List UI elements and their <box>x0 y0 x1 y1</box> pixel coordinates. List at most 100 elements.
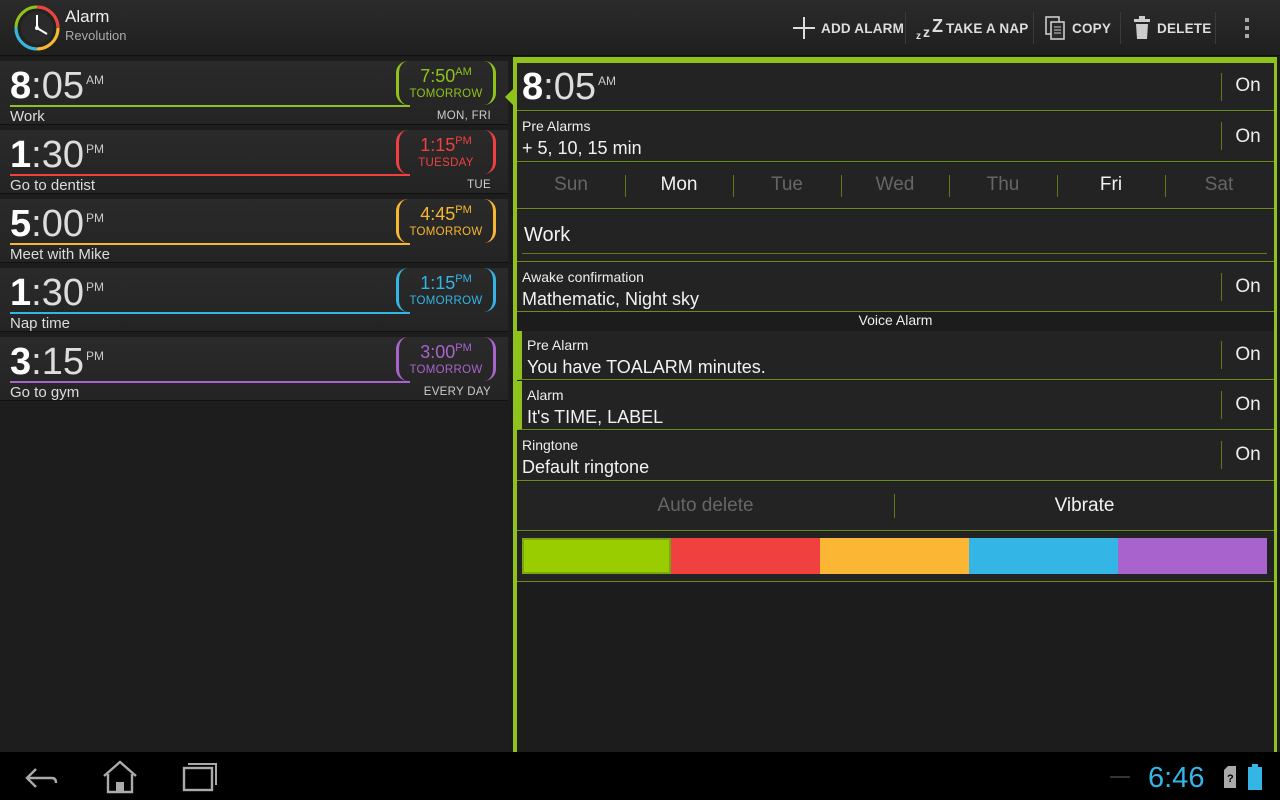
voice-pre-alarm-toggle[interactable]: On <box>1222 344 1274 366</box>
take-a-nap-button[interactable]: z z Z TAKE A NAP <box>916 0 1029 56</box>
voice-pre-alarm-value: You have TOALARM minutes. <box>527 357 766 377</box>
alarm-list: 8:05 AM Work MON, FRI 7:50AM TOMORROW 1:30 PM Go… <box>0 57 510 752</box>
svg-text:z: z <box>916 31 921 41</box>
app-subtitle: Revolution <box>65 28 127 43</box>
alarm-label-input[interactable]: Work <box>522 218 1267 254</box>
next-ring-time: 1:15PM <box>396 273 496 294</box>
alarm-time: 3:15 PM <box>10 341 104 383</box>
alarm-color-line <box>10 312 410 314</box>
divider <box>625 175 626 197</box>
voice-alarm-row[interactable]: Alarm It's TIME, LABEL On <box>517 381 1274 430</box>
recent-apps-icon[interactable] <box>170 758 230 794</box>
alarm-time-minutes: :05 <box>543 66 596 108</box>
home-icon[interactable] <box>90 758 150 794</box>
next-ring-ampm: PM <box>455 135 472 147</box>
next-ring-badge: 1:15PM TOMORROW <box>396 268 496 312</box>
voice-alarm-toggle[interactable]: On <box>1222 394 1274 416</box>
weekday-wed[interactable]: Wed <box>841 163 949 207</box>
alarm-ampm: PM <box>85 211 104 225</box>
next-ring-time-value: 7:50 <box>420 66 456 86</box>
alarm-list-item[interactable]: 1:30 PM Nap time 1:15PM TOMORROW <box>0 268 508 332</box>
copy-label: COPY <box>1072 20 1112 36</box>
next-ring-day: TOMORROW <box>409 295 483 307</box>
color-swatch[interactable] <box>969 538 1118 574</box>
next-ring-ampm: PM <box>455 273 472 285</box>
alarm-color-line <box>10 243 410 245</box>
awake-confirmation-row[interactable]: Awake confirmation Mathematic, Night sky… <box>517 263 1274 312</box>
back-icon[interactable] <box>10 758 70 794</box>
alarm-label: Nap time <box>10 315 71 332</box>
alarm-list-item[interactable]: 5:00 PM Meet with Mike 4:45PM TOMORROW <box>0 199 508 263</box>
color-swatch[interactable] <box>671 538 820 574</box>
voice-alarm-header: Voice Alarm <box>517 312 1274 330</box>
next-ring-ampm: AM <box>455 66 472 78</box>
pre-alarms-toggle[interactable]: On <box>1222 126 1274 148</box>
alarm-time: 1:30 PM <box>10 272 104 314</box>
action-bar: Alarm Revolution ADD ALARM z z Z TAKE A … <box>0 0 1280 56</box>
color-swatch[interactable] <box>522 538 671 574</box>
action-divider <box>1215 12 1216 44</box>
color-swatch[interactable] <box>1118 538 1267 574</box>
weekday-sun[interactable]: Sun <box>517 163 625 207</box>
alarm-minutes: :15 <box>31 341 84 383</box>
alarm-time[interactable]: 8:05 AM <box>522 66 616 109</box>
alarm-label: Work <box>10 108 45 125</box>
alarm-days: MON, FRI <box>436 110 491 122</box>
weekday-tue[interactable]: Tue <box>733 163 841 207</box>
weekday-thu[interactable]: Thu <box>949 163 1057 207</box>
delete-button[interactable]: DELETE <box>1131 0 1211 56</box>
alarm-minutes: :30 <box>31 134 84 176</box>
system-navigation-bar: 6:46 ? <box>0 752 1280 800</box>
vibrate-toggle[interactable]: Vibrate <box>895 482 1274 530</box>
app-title: Alarm <box>65 7 110 26</box>
awake-confirmation-toggle[interactable]: On <box>1222 276 1274 298</box>
alarm-color-line <box>10 105 410 107</box>
svg-text:Z: Z <box>932 16 943 36</box>
overflow-menu-button[interactable] <box>1240 0 1254 56</box>
auto-delete-toggle[interactable]: Auto delete <box>517 482 894 530</box>
voice-pre-alarm-row[interactable]: Pre Alarm You have TOALARM minutes. On <box>517 331 1274 380</box>
next-ring-time: 4:45PM <box>396 204 496 225</box>
divider <box>1165 175 1166 197</box>
alarm-list-item[interactable]: 3:15 PM Go to gym EVERY DAY 3:00PM TOMORROW <box>0 337 508 401</box>
pre-alarms-value: + 5, 10, 15 min <box>522 138 642 158</box>
alarm-enabled-toggle[interactable]: On <box>1222 75 1274 97</box>
alarm-clock-app-icon[interactable] <box>13 4 61 52</box>
take-a-nap-label: TAKE A NAP <box>946 20 1029 36</box>
weekday-fri[interactable]: Fri <box>1057 163 1165 207</box>
svg-text:?: ? <box>1227 773 1234 785</box>
alarm-list-item[interactable]: 1:30 PM Go to dentist TUE 1:15PM TUESDAY <box>0 130 508 194</box>
alarm-label: Meet with Mike <box>10 246 111 263</box>
alarm-list-item[interactable]: 8:05 AM Work MON, FRI 7:50AM TOMORROW <box>0 61 508 125</box>
next-ring-badge: 7:50AM TOMORROW <box>396 61 496 105</box>
alarm-detail-panel: 8:05 AM On Pre Alarms + 5, 10, 15 min On … <box>513 57 1277 752</box>
divider <box>841 175 842 197</box>
options-row: Auto delete Vibrate <box>517 482 1274 531</box>
detail-content: 8:05 AM On Pre Alarms + 5, 10, 15 min On … <box>517 63 1274 752</box>
next-ring-time-value: 3:00 <box>420 342 456 362</box>
plus-icon <box>793 17 815 39</box>
next-ring-ampm: PM <box>455 204 472 216</box>
next-ring-time: 3:00PM <box>396 342 496 363</box>
weekday-sat[interactable]: Sat <box>1165 163 1273 207</box>
svg-text:z: z <box>923 24 930 40</box>
weekday-mon[interactable]: Mon <box>625 163 733 207</box>
divider <box>949 175 950 197</box>
alarm-color-line <box>10 381 410 383</box>
copy-button[interactable]: COPY <box>1044 0 1111 56</box>
ringtone-toggle[interactable]: On <box>1222 444 1274 466</box>
alarm-minutes: :30 <box>31 272 84 314</box>
ringtone-row[interactable]: Ringtone Default ringtone On <box>517 431 1274 481</box>
next-ring-day: TOMORROW <box>409 364 483 376</box>
pre-alarms-row[interactable]: Pre Alarms + 5, 10, 15 min On <box>517 112 1274 162</box>
next-ring-time-value: 1:15 <box>420 135 456 155</box>
alarm-days: TUE <box>467 179 491 191</box>
alarm-time-hour: 8 <box>522 66 544 108</box>
action-divider <box>1033 12 1034 44</box>
awake-confirmation-value: Mathematic, Night sky <box>522 289 700 309</box>
color-swatch[interactable] <box>820 538 969 574</box>
alarm-time-row[interactable]: 8:05 AM On <box>517 63 1274 111</box>
next-ring-badge: 1:15PM TUESDAY <box>396 130 496 174</box>
add-alarm-button[interactable]: ADD ALARM <box>791 0 904 56</box>
status-clock[interactable]: 6:46 <box>1148 762 1204 795</box>
